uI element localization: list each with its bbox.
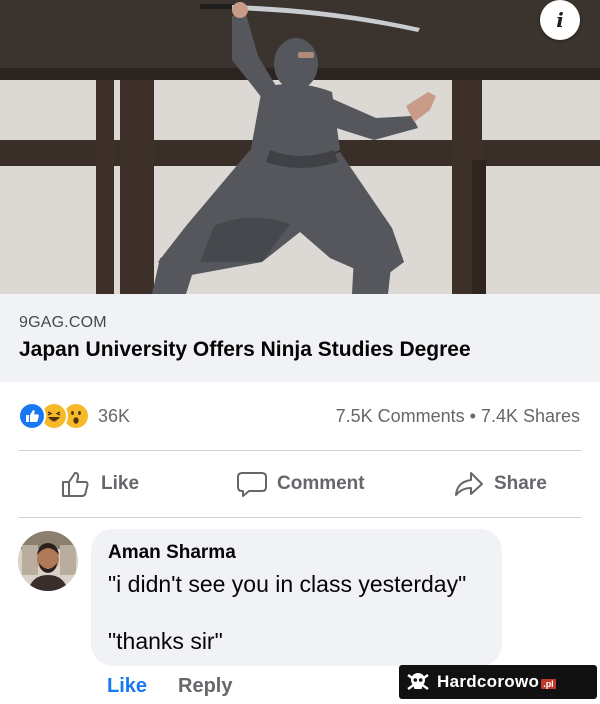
- avatar[interactable]: [18, 531, 78, 591]
- comment-bubble: Aman Sharma "i didn't see you in class y…: [91, 529, 502, 666]
- comment-like-button[interactable]: Like: [107, 675, 147, 698]
- ninja-photo: [0, 0, 600, 294]
- comment-text-line: "i didn't see you in class yesterday": [108, 571, 467, 597]
- reaction-count[interactable]: 36K: [98, 406, 130, 427]
- share-button[interactable]: Share: [453, 451, 547, 517]
- watermark-name: Hardcorowo: [437, 672, 540, 691]
- action-bar: Like Comment Share: [0, 451, 600, 517]
- comment-reply-button[interactable]: Reply: [178, 675, 232, 698]
- link-preview[interactable]: 9GAG.COM Japan University Offers Ninja S…: [0, 294, 600, 382]
- share-arrow-icon: [455, 472, 483, 496]
- skull-icon: [407, 673, 429, 690]
- thumbs-up-icon: [62, 471, 89, 497]
- post-stats: 36K 7.5K Comments • 7.4K Shares: [0, 382, 600, 450]
- comment-text-line: "thanks sir": [108, 628, 223, 654]
- comment-author[interactable]: Aman Sharma: [108, 542, 236, 564]
- link-domain: 9GAG.COM: [19, 314, 107, 331]
- comment-button[interactable]: Comment: [236, 451, 365, 517]
- like-reaction-icon: [18, 402, 46, 430]
- link-title[interactable]: Japan University Offers Ninja Studies De…: [19, 338, 471, 362]
- like-button[interactable]: Like: [60, 451, 139, 517]
- like-button-label: Like: [101, 473, 140, 494]
- watermark: Hardcorowo .pl: [399, 665, 597, 699]
- divider: [19, 517, 581, 518]
- watermark-tld: .pl: [541, 679, 556, 689]
- comment-button-label: Comment: [277, 473, 365, 494]
- share-button-label: Share: [494, 473, 547, 494]
- comments-shares-count[interactable]: 7.5K Comments • 7.4K Shares: [336, 406, 580, 427]
- info-icon[interactable]: i: [540, 0, 580, 40]
- speech-bubble-icon: [237, 472, 267, 497]
- post-image[interactable]: i: [0, 0, 600, 294]
